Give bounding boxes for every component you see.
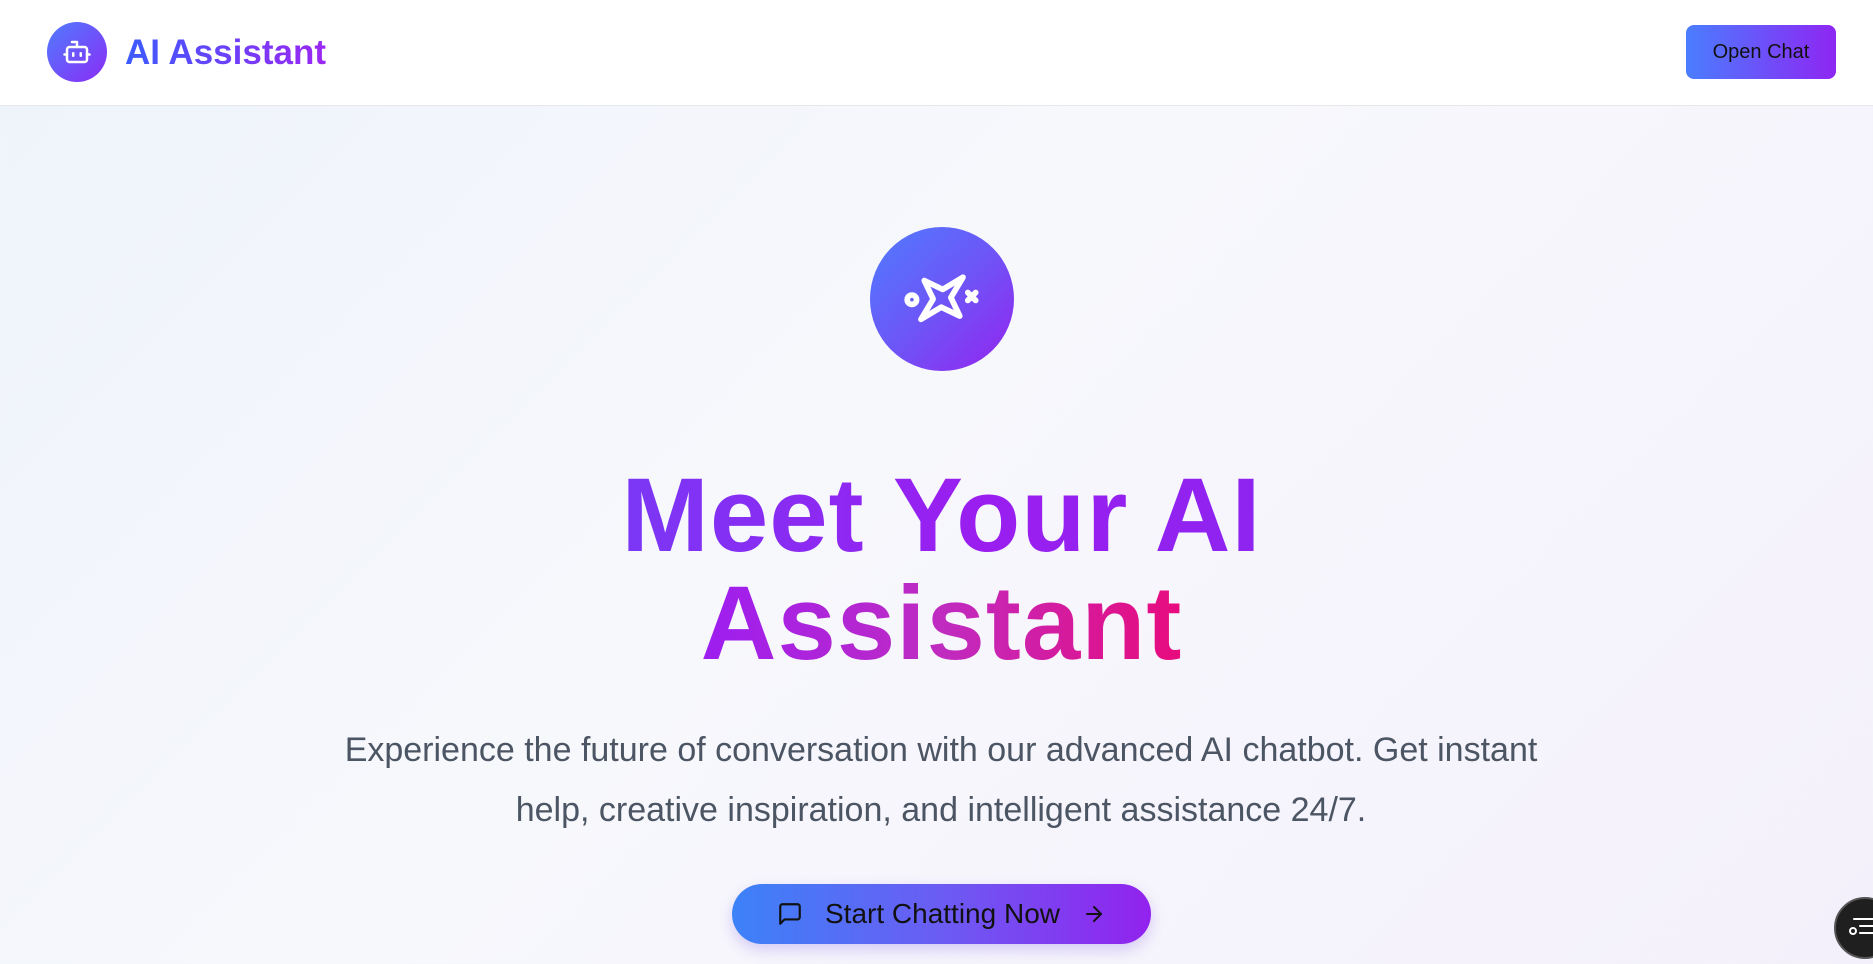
headline-line-1: Meet Your AI <box>612 462 1272 570</box>
start-chatting-button[interactable]: Start Chatting Now <box>732 884 1151 944</box>
start-chatting-label: Start Chatting Now <box>825 898 1060 929</box>
sparkles-icon <box>870 227 1014 371</box>
brand-title: AI Assistant <box>125 32 326 72</box>
message-square-icon <box>777 901 803 927</box>
robot-icon <box>47 22 107 82</box>
site-header: AI Assistant Open Chat <box>0 0 1873 106</box>
hero-subtitle: Experience the future of conversation wi… <box>344 731 1538 829</box>
brand[interactable]: AI Assistant <box>47 22 326 82</box>
open-chat-button[interactable]: Open Chat <box>1686 25 1836 79</box>
hero-headline: Meet Your AI Assistant <box>0 462 1873 678</box>
arrow-right-icon <box>1082 902 1106 926</box>
headline-line-2: Assistant <box>692 570 1192 678</box>
floating-settings-button[interactable] <box>1834 897 1873 959</box>
